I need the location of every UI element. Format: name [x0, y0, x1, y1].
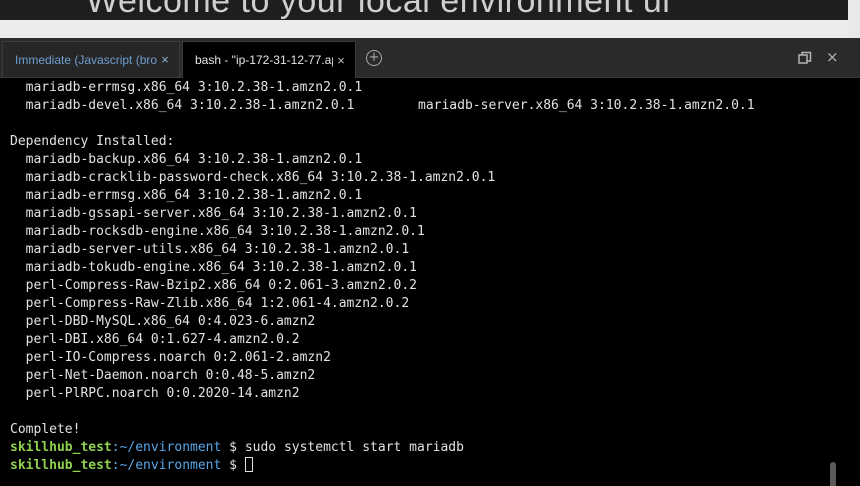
terminal-cursor[interactable]	[244, 457, 253, 472]
terminal-line: perl-Net-Daemon.noarch 0:0.48-5.amzn2	[10, 368, 316, 383]
terminal-line: mariadb-gssapi-server.x86_64 3:10.2.38-1…	[10, 206, 417, 221]
prompt-user: skillhub_test	[10, 458, 112, 473]
terminal-line: perl-Compress-Raw-Zlib.x86_64 1:2.061-4.…	[10, 296, 410, 311]
vertical-scrollbar[interactable]	[830, 462, 836, 486]
restore-window-icon[interactable]	[798, 51, 812, 65]
prompt-symbol: $	[221, 458, 245, 473]
tab-label: Immediate (Javascript (browser))	[15, 52, 157, 67]
close-icon[interactable]: ×	[159, 52, 171, 67]
prompt-command: sudo systemctl start mariadb	[244, 440, 464, 455]
tab-label: bash - "ip-172-31-12-77.ap-nc	[195, 53, 333, 67]
editor-area: Welcome to your local environment ui	[0, 0, 860, 38]
terminal-line: perl-DBI.x86_64 0:1.627-4.amzn2.0.2	[10, 332, 300, 347]
terminal-line: mariadb-errmsg.x86_64 3:10.2.38-1.amzn2.…	[10, 188, 363, 203]
terminal-line: perl-IO-Compress.noarch 0:2.061-2.amzn2	[10, 350, 331, 365]
editor-pane[interactable]: Welcome to your local environment ui	[0, 0, 848, 38]
prompt-path: :~/environment	[111, 440, 222, 455]
terminal-line: mariadb-backup.x86_64 3:10.2.38-1.amzn2.…	[10, 152, 363, 167]
tab-immediate[interactable]: Immediate (Javascript (browser)) ×	[2, 41, 180, 77]
terminal-panel: Immediate (Javascript (browser)) × bash …	[0, 38, 860, 486]
editor-partial-text: Welcome to your local environment ui	[86, 0, 671, 20]
terminal-line: perl-DBD-MySQL.x86_64 0:4.023-6.amzn2	[10, 314, 316, 329]
close-icon[interactable]: ×	[335, 53, 347, 68]
terminal-line: mariadb-errmsg.x86_64 3:10.2.38-1.amzn2.…	[10, 80, 363, 95]
close-panel-icon[interactable]: ×	[826, 48, 839, 66]
terminal-line: perl-Compress-Raw-Bzip2.x86_64 0:2.061-3…	[10, 278, 417, 293]
prompt-user: skillhub_test	[10, 440, 112, 455]
prompt-symbol: $	[221, 440, 245, 455]
terminal-line: mariadb-rocksdb-engine.x86_64 3:10.2.38-…	[10, 224, 425, 239]
terminal-prompt-line: skillhub_test:~/environment $	[10, 457, 495, 475]
tab-bash[interactable]: bash - "ip-172-31-12-77.ap-nc ×	[182, 41, 356, 78]
terminal-line: Complete!	[10, 422, 81, 437]
editor-scroll-track	[0, 20, 848, 38]
prompt-path: :~/environment	[111, 458, 222, 473]
terminal-lines: mariadb-errmsg.x86_64 3:10.2.38-1.amzn2.…	[10, 79, 495, 475]
terminal-line: mariadb-tokudb-engine.x86_64 3:10.2.38-1…	[10, 260, 417, 275]
terminal-line: Dependency Installed:	[10, 134, 175, 149]
panel-tab-bar: Immediate (Javascript (browser)) × bash …	[0, 39, 860, 78]
terminal-output[interactable]: mariadb-errmsg.x86_64 3:10.2.38-1.amzn2.…	[0, 78, 860, 486]
terminal-line: perl-PlRPC.noarch 0:0.2020-14.amzn2	[10, 386, 300, 401]
terminal-prompt-line: skillhub_test:~/environment $ sudo syste…	[10, 439, 495, 457]
terminal-line: mariadb-cracklib-password-check.x86_64 3…	[10, 170, 496, 185]
terminal-line-col2: mariadb-server.x86_64 3:10.2.38-1.amzn2.…	[418, 98, 755, 113]
terminal-line: mariadb-server-utils.x86_64 3:10.2.38-1.…	[10, 242, 410, 257]
add-tab-icon[interactable]: +	[366, 50, 382, 66]
